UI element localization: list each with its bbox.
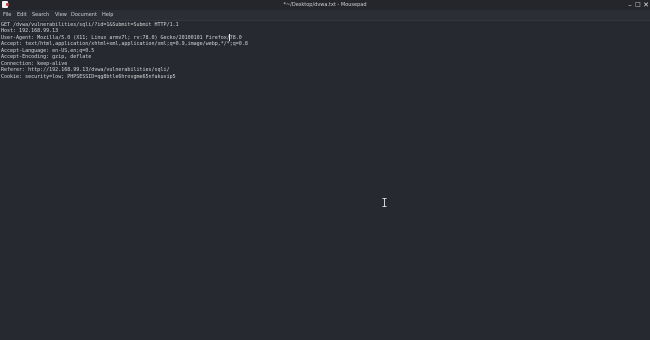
menu-help[interactable]: Help bbox=[102, 11, 113, 19]
editor-line-host[interactable]: Host: 192.168.99.13 bbox=[1, 28, 58, 34]
editor-line-accept-encoding[interactable]: Accept-Encoding: gzip, deflate bbox=[1, 54, 91, 60]
mousepad-window: *~/Desktop/dvwa.txt - Mousepad – □ ✕ Fil… bbox=[0, 0, 650, 340]
editor-line-cookie[interactable]: Cookie: security=low; PHPSESSID=qg8btle6… bbox=[1, 74, 176, 80]
menu-bar: File Edit Search View Document Help bbox=[0, 10, 650, 21]
menu-edit[interactable]: Edit bbox=[17, 11, 27, 19]
menu-search[interactable]: Search bbox=[32, 11, 49, 19]
close-icon[interactable]: ✕ bbox=[642, 1, 650, 9]
editor-line-accept[interactable]: Accept: text/html,application/xhtml+xml,… bbox=[1, 41, 248, 47]
title-bar[interactable]: *~/Desktop/dvwa.txt - Mousepad – □ ✕ bbox=[0, 0, 650, 10]
text-editor-area[interactable]: GET /dvwa/vulnerabilities/sqli/?id=1&Sub… bbox=[0, 21, 650, 340]
menu-file[interactable]: File bbox=[3, 11, 11, 19]
window-title: *~/Desktop/dvwa.txt - Mousepad bbox=[283, 2, 367, 8]
menu-document[interactable]: Document bbox=[71, 11, 97, 19]
menu-view[interactable]: View bbox=[55, 11, 67, 19]
ibeam-cursor-icon bbox=[382, 198, 387, 207]
editor-line-referer[interactable]: Referer: http://192.168.99.13/dvwa/vulne… bbox=[1, 67, 170, 73]
text-caret bbox=[229, 34, 230, 41]
minimize-icon[interactable]: – bbox=[626, 1, 634, 9]
maximize-icon[interactable]: □ bbox=[634, 1, 642, 9]
